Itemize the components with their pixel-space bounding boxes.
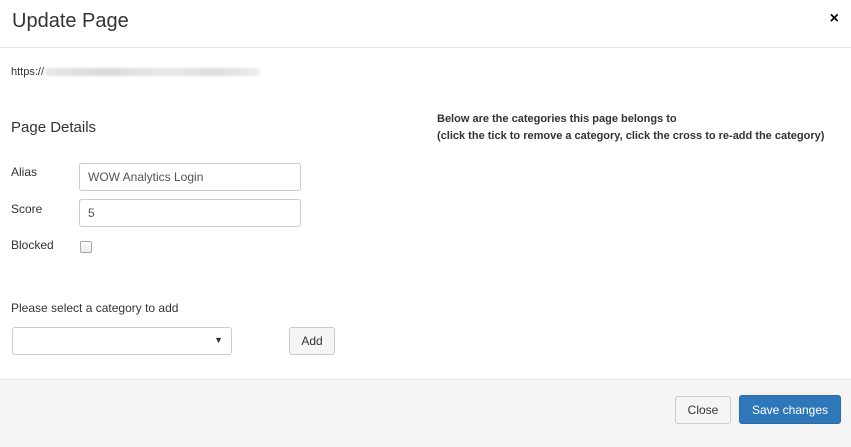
alias-label: Alias	[11, 165, 38, 179]
categories-hint: (click the tick to remove a category, cl…	[437, 130, 825, 142]
blocked-label: Blocked	[11, 238, 54, 252]
category-select[interactable]: ▼	[12, 327, 232, 355]
categories-instructions: Below are the categories this page belon…	[437, 111, 837, 145]
page-details-title: Page Details	[11, 119, 97, 136]
url-redacted	[45, 68, 261, 76]
url-prefix: https://	[11, 66, 45, 78]
chevron-down-icon: ▼	[214, 335, 223, 345]
save-changes-button[interactable]: Save changes	[739, 395, 841, 424]
close-icon[interactable]: ×	[830, 11, 839, 27]
modal-title: Update Page	[12, 10, 129, 32]
score-input[interactable]	[79, 199, 301, 227]
update-page-modal: Update Page × https:// Page Details Alia…	[0, 0, 851, 447]
modal-header: Update Page ×	[0, 0, 851, 48]
add-category-button[interactable]: Add	[289, 327, 335, 355]
close-button[interactable]: Close	[675, 396, 731, 424]
category-select-label: Please select a category to add	[11, 301, 179, 315]
categories-heading: Below are the categories this page belon…	[437, 113, 677, 125]
modal-footer: Close Save changes	[0, 379, 851, 447]
blocked-checkbox[interactable]	[80, 241, 92, 253]
page-url: https://	[11, 66, 261, 78]
alias-input[interactable]	[79, 163, 301, 191]
score-label: Score	[11, 202, 43, 216]
